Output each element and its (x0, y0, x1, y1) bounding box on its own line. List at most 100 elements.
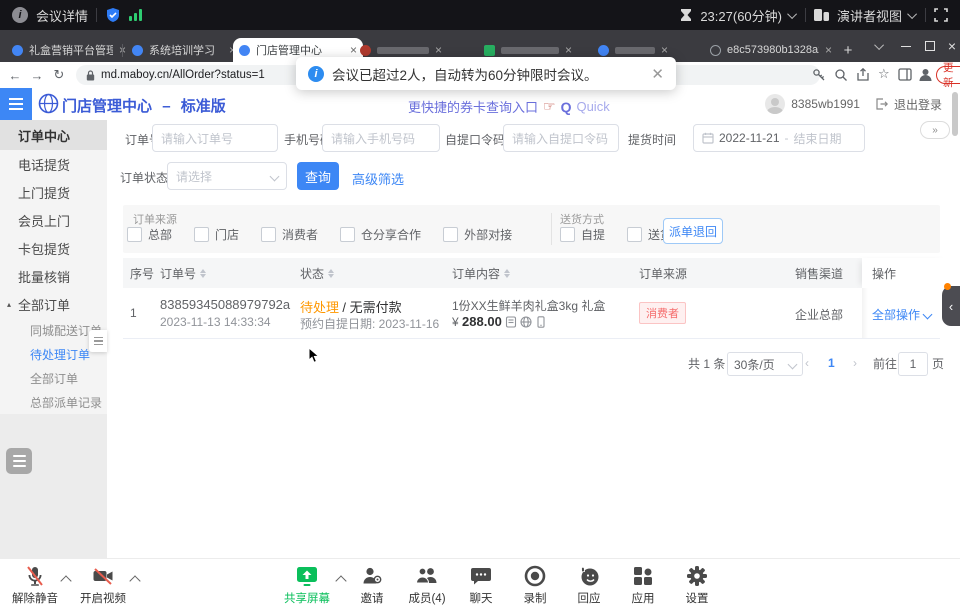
app-edition: 标准版 (181, 98, 226, 115)
sort-icon[interactable] (200, 269, 206, 278)
forward-icon[interactable]: → (26, 68, 48, 83)
header-order-no-label: 订单号 (160, 265, 196, 282)
header-content[interactable]: 订单内容 (452, 258, 510, 288)
quick-entry-link[interactable]: 更快捷的券卡查询入口 (408, 97, 538, 116)
menu-hamburger-button[interactable] (0, 88, 32, 120)
window-minimize-button[interactable] (898, 30, 914, 62)
order-status-select[interactable]: 请选择 (167, 162, 287, 190)
window-maximize-button[interactable] (922, 30, 938, 62)
delivery-options-row: 自提 送货 (560, 226, 672, 243)
sidebar-item-all-orders-group[interactable]: ▴ 全部订单 (0, 290, 107, 318)
sidebar-subitem-hq-dispatch[interactable]: 总部派单记录 (0, 390, 107, 414)
sidebar-item-card-pickup[interactable]: 卡包提货 (0, 234, 107, 262)
chrome-update-button[interactable]: 更新 ⋮ (936, 66, 960, 84)
page-size-select[interactable]: 30条/页 (727, 352, 803, 376)
view-dropdown-icon[interactable] (907, 9, 917, 19)
sidebar-item-member-visit[interactable]: 会员上门 (0, 206, 107, 234)
meeting-info-icon[interactable]: i (12, 7, 28, 23)
sidebar-item-phone-pickup[interactable]: 电话提货 (0, 150, 107, 178)
meeting-details-label[interactable]: 会议详情 (36, 6, 88, 25)
checkbox-hq[interactable] (127, 227, 142, 242)
delivery-method-label: 送货方式 (560, 211, 604, 227)
current-page[interactable]: 1 (828, 352, 835, 374)
meeting-topbar-right: 23:27(60分钟) 演讲者视图 (668, 6, 960, 25)
checkbox-store[interactable] (194, 227, 209, 242)
window-close-button[interactable]: × (944, 30, 960, 62)
tab-close-icon[interactable]: × (661, 43, 668, 57)
date-start-value: 2022-11-21 (719, 131, 780, 145)
sort-icon[interactable] (504, 269, 510, 278)
checkbox-selfpickup[interactable] (560, 227, 575, 242)
collapse-filters-button[interactable]: » (920, 121, 950, 139)
back-icon[interactable]: ← (4, 68, 26, 83)
tab-close-icon[interactable]: × (565, 43, 572, 57)
tab-favicon (239, 45, 250, 56)
phone-input[interactable]: 请输入手机号码 (322, 124, 440, 152)
order-status-label: 订单状态 (120, 169, 168, 186)
settings-button[interactable]: 设置 (659, 563, 735, 606)
tab-close-icon[interactable]: × (825, 43, 832, 57)
menu-dots-icon: ⋮ (957, 69, 960, 81)
view-mode-selector[interactable]: 演讲者视图 (837, 6, 902, 25)
date-range-input[interactable]: 2022-11-21 - 结束日期 (693, 124, 865, 152)
unmute-button[interactable]: 解除静音 (0, 563, 73, 606)
tab-title: 门店管理中心 (256, 42, 344, 58)
search-button[interactable]: 查询 (297, 162, 339, 190)
fixed-column-shadow (862, 288, 868, 338)
timer-dropdown-icon[interactable] (787, 9, 797, 19)
security-shield-icon[interactable] (105, 7, 121, 23)
checkbox-warehouse-share[interactable] (340, 227, 355, 242)
tab-favicon (12, 45, 23, 56)
tab-close-icon[interactable]: × (435, 43, 442, 57)
start-video-button[interactable]: 开启视频 (65, 563, 141, 606)
row-index: 1 (130, 306, 137, 320)
obscured-tab-title (615, 47, 655, 54)
prev-page-button[interactable]: ‹ (805, 352, 809, 374)
sidebar-item-batch-verify[interactable]: 批量核销 (0, 262, 107, 290)
new-tab-button[interactable]: + (832, 38, 864, 62)
sort-icon[interactable] (328, 269, 334, 278)
advanced-filter-link[interactable]: 高级筛选 (352, 169, 404, 188)
phone-icon[interactable] (535, 316, 547, 328)
app-logo-icon (38, 93, 59, 114)
quick-label[interactable]: Quick (576, 99, 609, 114)
globe-icon[interactable] (520, 316, 532, 328)
network-signal-icon[interactable] (129, 9, 142, 21)
row-action-dropdown[interactable]: 全部操作 (872, 306, 931, 323)
goto-page-input[interactable]: 1 (898, 352, 928, 376)
meeting-panel-handle[interactable]: ‹ (942, 286, 960, 326)
sidebar-item-door-pickup[interactable]: 上门提货 (0, 178, 107, 206)
next-page-button[interactable]: › (853, 352, 857, 374)
header-status[interactable]: 状态 (300, 258, 334, 288)
checkbox-external[interactable] (443, 227, 458, 242)
tabstrip-dropdown-icon[interactable] (872, 30, 888, 62)
side-panel-icon[interactable] (898, 68, 912, 81)
logout-button[interactable]: 退出登录 (894, 96, 942, 113)
page-scrollbar[interactable] (952, 92, 958, 136)
user-avatar[interactable] (765, 94, 785, 114)
password-key-icon[interactable] (812, 68, 826, 82)
pickup-code-input[interactable]: 请输入自提口令码 (503, 124, 619, 152)
browser-tab-7[interactable]: e8c573980b1328a258fd2e618 × (704, 38, 838, 62)
header-order-no[interactable]: 订单号 (160, 258, 206, 288)
toast-close-icon[interactable]: ✕ (651, 65, 664, 83)
fullscreen-icon[interactable] (934, 8, 948, 22)
receipt-icon[interactable] (505, 316, 517, 328)
checkbox-delivery[interactable] (627, 227, 642, 242)
order-no-input[interactable]: 请输入订单号 (152, 124, 278, 152)
divider (925, 8, 926, 22)
status-payment: / 无需付款 (342, 300, 401, 315)
checkbox-consumer[interactable] (261, 227, 276, 242)
zoom-icon[interactable] (834, 68, 848, 82)
browser-tab-1[interactable]: 礼盒营销平台管理中心 × (6, 38, 132, 62)
sidebar-collapse-handle[interactable] (89, 330, 107, 352)
order-table-row[interactable]: 1 83859345088979792a 2023-11-13 14:33:34… (123, 288, 940, 339)
app-header: 门店管理中心 – 标准版 更快捷的券卡查询入口 ☞ Q Quick 8385wb… (0, 88, 960, 120)
profile-avatar-icon[interactable] (918, 67, 933, 82)
browser-tab-2[interactable]: 系统培训学习 × (126, 38, 242, 62)
reload-icon[interactable]: ↻ (48, 67, 70, 83)
dispatch-return-button[interactable]: 派单退回 (663, 218, 723, 244)
share-icon[interactable] (856, 68, 870, 82)
bookmark-star-icon[interactable]: ☆ (878, 66, 890, 82)
annotation-tool-button[interactable] (6, 448, 32, 474)
